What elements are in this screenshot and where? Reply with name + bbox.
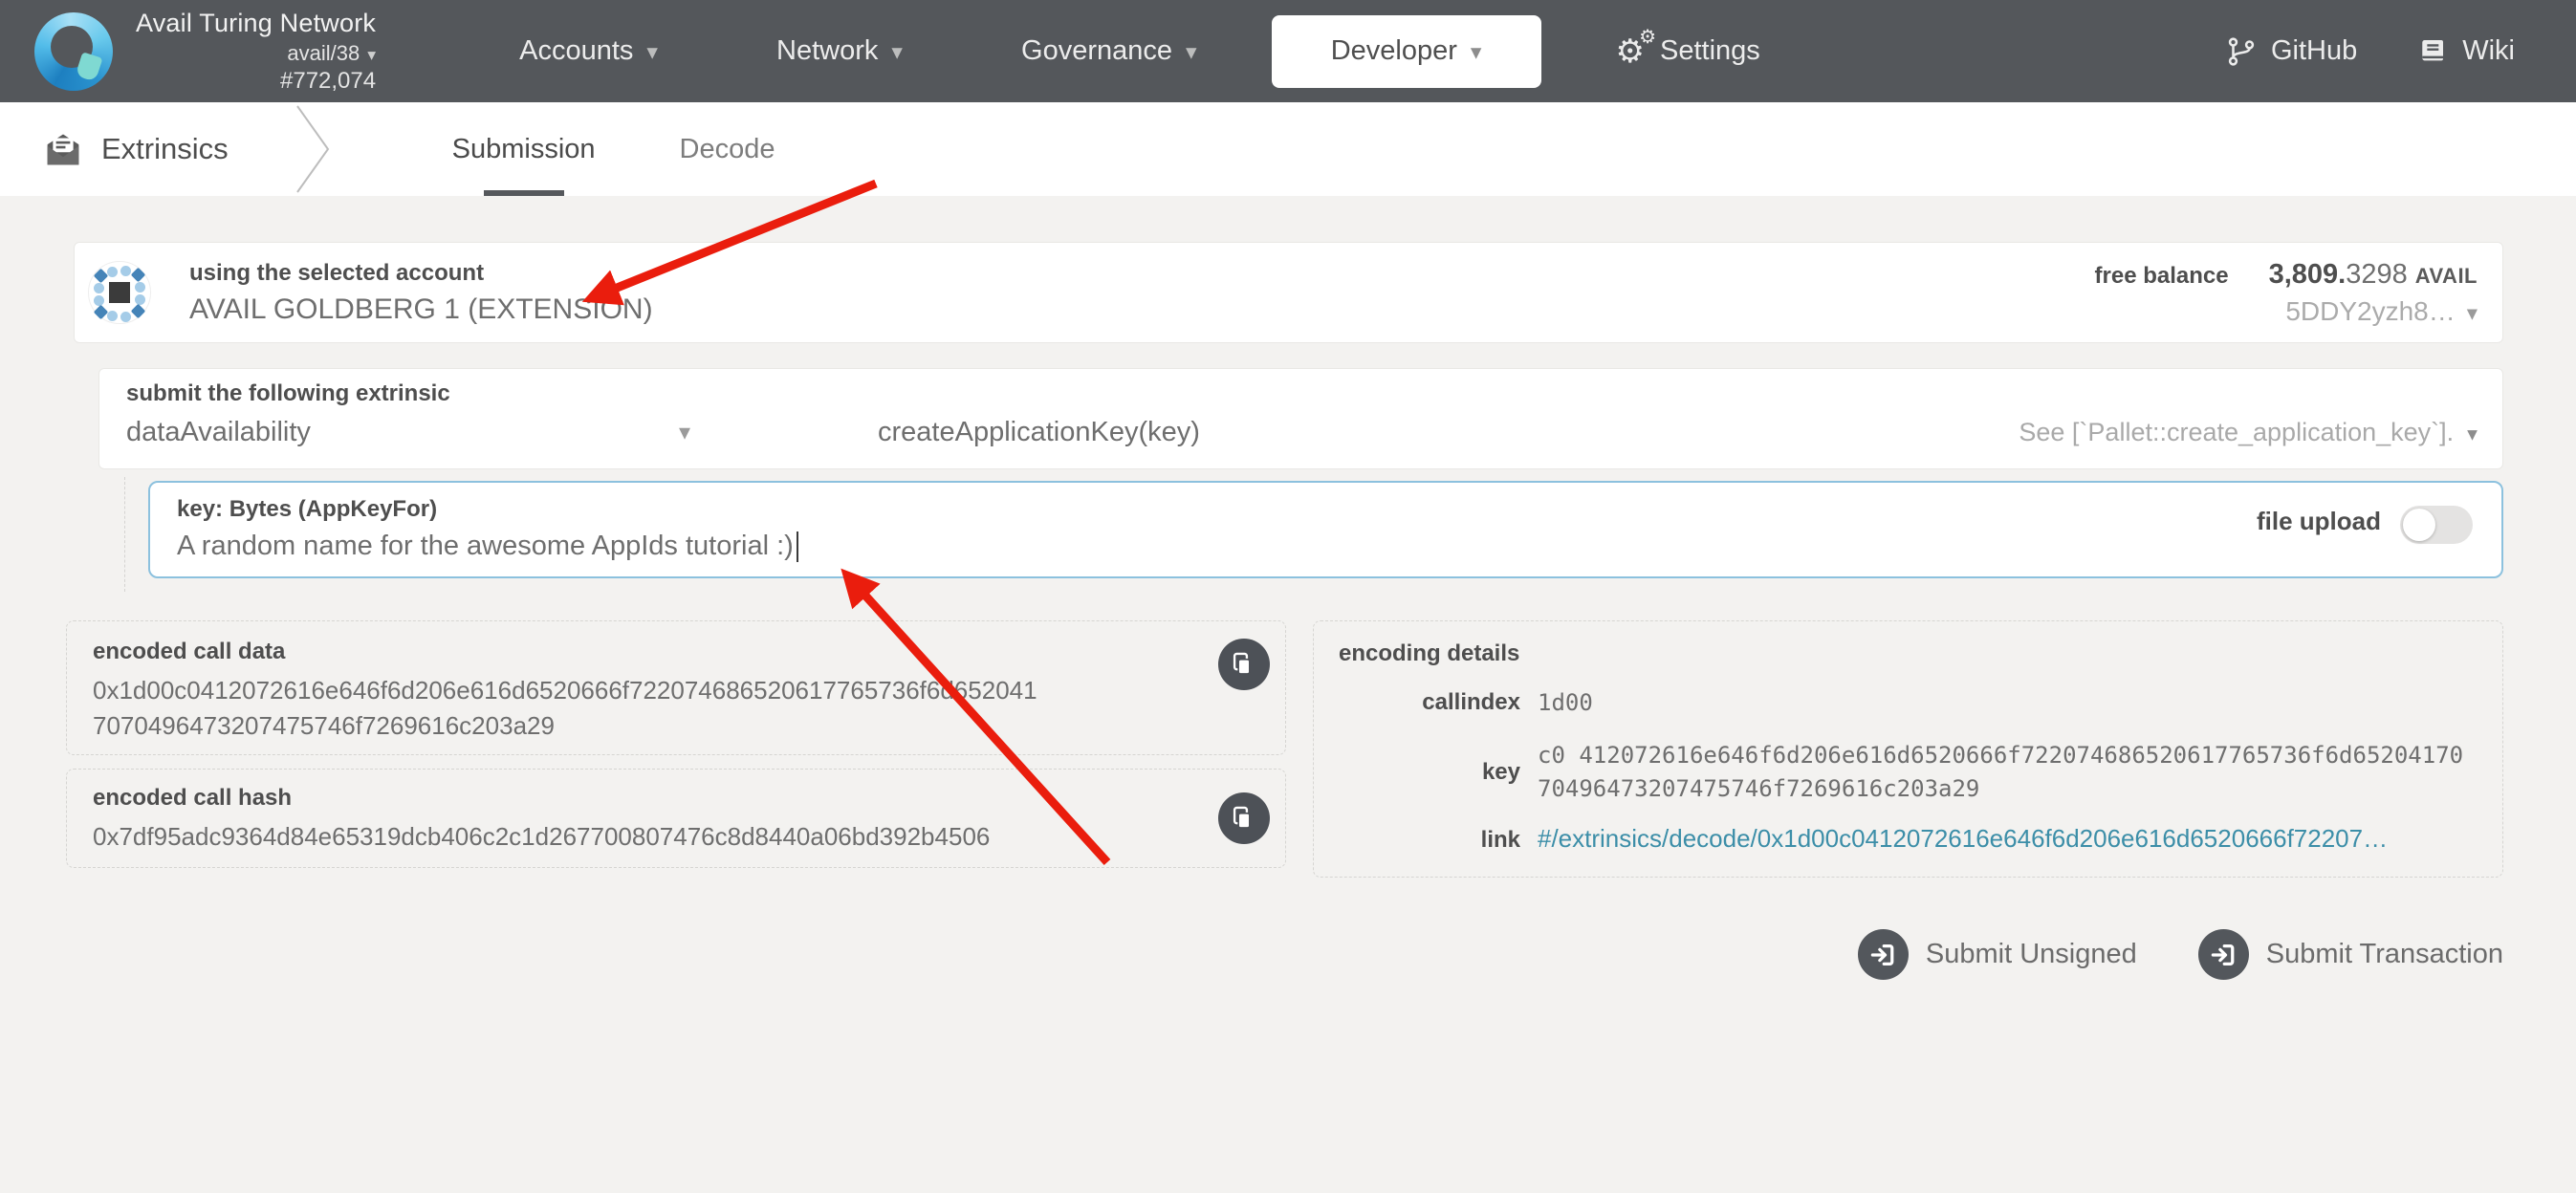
network-name: Avail Turing Network bbox=[136, 9, 376, 38]
gear-icon: ⚙⚙ bbox=[1616, 35, 1645, 68]
account-name: AVAIL GOLDBERG 1 (EXTENSION) bbox=[189, 293, 653, 326]
method-doc-text: See [`Pallet::create_application_key`]. bbox=[2019, 418, 2454, 447]
file-upload-toggle[interactable] bbox=[2400, 506, 2473, 544]
nav-menu-network[interactable]: Network bbox=[717, 15, 962, 88]
breadcrumb: Extrinsics bbox=[44, 102, 229, 196]
account-address-short: 5DDY2yzh8… bbox=[2285, 296, 2455, 327]
extrinsic-select-card: submit the following extrinsic dataAvail… bbox=[98, 368, 2503, 469]
text-cursor bbox=[797, 531, 798, 562]
encoded-call-data-label: encoded call data bbox=[93, 639, 1180, 665]
nav-menu-developer[interactable]: Developer bbox=[1272, 15, 1541, 88]
network-info[interactable]: Avail Turing Network avail/38 #772,074 bbox=[136, 9, 376, 95]
balance-block: free balance 3,809.3298AVAIL 5DDY2yzh8… bbox=[2095, 259, 2478, 327]
decode-link[interactable]: #/extrinsics/decode/0x1d00c0412072616e64… bbox=[1538, 824, 2478, 854]
copy-call-data-button[interactable] bbox=[1218, 639, 1270, 690]
free-balance-value: 3,809.3298AVAIL bbox=[2269, 259, 2478, 291]
free-balance-label: free balance bbox=[2095, 263, 2229, 290]
sign-in-icon bbox=[2198, 929, 2249, 980]
key-input-label: key: Bytes (AppKeyFor) bbox=[177, 496, 2501, 523]
main-content: using the selected account AVAIL GOLDBER… bbox=[0, 196, 2576, 980]
nav-menus: Accounts Network Governance Developer ⚙⚙… bbox=[460, 15, 1820, 88]
block-number: #772,074 bbox=[280, 68, 376, 95]
nav-menu-governance[interactable]: Governance bbox=[962, 15, 1256, 88]
chevron-down-icon bbox=[1471, 35, 1482, 67]
git-branch-icon bbox=[2225, 34, 2258, 69]
top-navbar: Avail Turing Network avail/38 #772,074 A… bbox=[0, 0, 2576, 102]
actions-row: Submit Unsigned Submit Transaction bbox=[74, 929, 2503, 980]
link-label: link bbox=[1339, 824, 1520, 854]
callindex-value: 1d00 bbox=[1538, 686, 2478, 720]
key-input[interactable]: key: Bytes (AppKeyFor) A random name for… bbox=[148, 481, 2503, 578]
nav-menu-settings[interactable]: ⚙⚙ Settings bbox=[1557, 15, 1820, 88]
toggle-knob bbox=[2403, 509, 2435, 541]
book-icon bbox=[2418, 35, 2449, 68]
nav-menu-accounts[interactable]: Accounts bbox=[460, 15, 717, 88]
extrinsics-page: Avail Turing Network avail/38 #772,074 A… bbox=[0, 0, 2576, 1193]
method-dropdown[interactable]: createApplicationKey(key) bbox=[878, 417, 1200, 448]
encoded-call-hash-label: encoded call hash bbox=[93, 785, 1180, 812]
gear-small-icon: ⚙ bbox=[1639, 28, 1656, 47]
chevron-down-icon bbox=[891, 35, 903, 67]
encoded-call-hash-value: 0x7df95adc9364d84e65319dcb406c2c1d267700… bbox=[93, 819, 1180, 855]
key-detail-value: c0 412072616e646f6d206e616d6520666f72207… bbox=[1538, 739, 2478, 806]
method-doc-toggle[interactable]: See [`Pallet::create_application_key`]. bbox=[2019, 418, 2478, 447]
github-link[interactable]: GitHub bbox=[2225, 34, 2357, 69]
wiki-link[interactable]: Wiki bbox=[2418, 35, 2515, 68]
chevron-down-icon bbox=[679, 419, 690, 446]
pallet-name: dataAvailability bbox=[126, 417, 311, 448]
chevron-down-icon bbox=[2467, 418, 2478, 447]
params-section: key: Bytes (AppKeyFor) A random name for… bbox=[124, 477, 2503, 592]
account-select-label: using the selected account bbox=[189, 260, 653, 287]
account-address-toggle[interactable]: 5DDY2yzh8… bbox=[2285, 296, 2478, 327]
method-name: createApplicationKey(key) bbox=[878, 417, 1200, 447]
chevron-down-icon bbox=[367, 41, 376, 66]
key-input-value: A random name for the awesome AppIds tut… bbox=[177, 531, 794, 562]
file-upload-control: file upload bbox=[2257, 506, 2473, 544]
account-identicon bbox=[88, 261, 151, 324]
extrinsic-select-label: submit the following extrinsic bbox=[126, 380, 450, 406]
tab-submission[interactable]: Submission bbox=[410, 102, 638, 196]
app-title: Extrinsics bbox=[101, 132, 229, 166]
outputs-section: encoded call data 0x1d00c0412072616e646f… bbox=[74, 620, 2503, 878]
account-select[interactable]: using the selected account AVAIL GOLDBER… bbox=[74, 242, 2503, 343]
tab-row: Extrinsics Submission Decode bbox=[0, 102, 2576, 196]
nav-external-links: GitHub Wiki bbox=[2225, 34, 2515, 69]
submit-unsigned-button[interactable]: Submit Unsigned bbox=[1858, 929, 2137, 980]
encoded-call-data-box: encoded call data 0x1d00c0412072616e646f… bbox=[66, 620, 1286, 755]
copy-icon bbox=[1231, 805, 1257, 832]
tabs: Submission Decode bbox=[410, 102, 818, 196]
encoding-details-title: encoding details bbox=[1339, 640, 2478, 667]
copy-call-hash-button[interactable] bbox=[1218, 792, 1270, 844]
encoding-details-box: encoding details callindex 1d00 key c0 4… bbox=[1313, 620, 2503, 878]
submit-transaction-button[interactable]: Submit Transaction bbox=[2198, 929, 2503, 980]
chain-spec[interactable]: avail/38 bbox=[287, 41, 376, 66]
file-upload-label: file upload bbox=[2257, 507, 2381, 536]
breadcrumb-separator bbox=[294, 102, 334, 196]
sign-in-icon bbox=[1858, 929, 1909, 980]
key-detail-label: key bbox=[1339, 759, 1520, 786]
identicon-center bbox=[109, 282, 130, 303]
callindex-label: callindex bbox=[1339, 686, 1520, 716]
extrinsics-envelope-icon bbox=[44, 132, 82, 166]
encoded-call-data-line1: 0x1d00c0412072616e646f6d206e616d6520666f… bbox=[93, 673, 1180, 708]
chevron-down-icon bbox=[2467, 296, 2478, 327]
tab-decode[interactable]: Decode bbox=[638, 102, 818, 196]
chevron-down-icon bbox=[1186, 35, 1197, 67]
copy-icon bbox=[1231, 651, 1257, 678]
pallet-dropdown[interactable]: dataAvailability bbox=[126, 417, 690, 448]
encoded-call-data-line2: 7070496473207475746f7269616c203a29 bbox=[93, 708, 1180, 744]
encoded-call-hash-box: encoded call hash 0x7df95adc9364d84e6531… bbox=[66, 769, 1286, 868]
chevron-down-icon bbox=[646, 35, 658, 67]
avail-logo-icon[interactable] bbox=[34, 12, 113, 91]
